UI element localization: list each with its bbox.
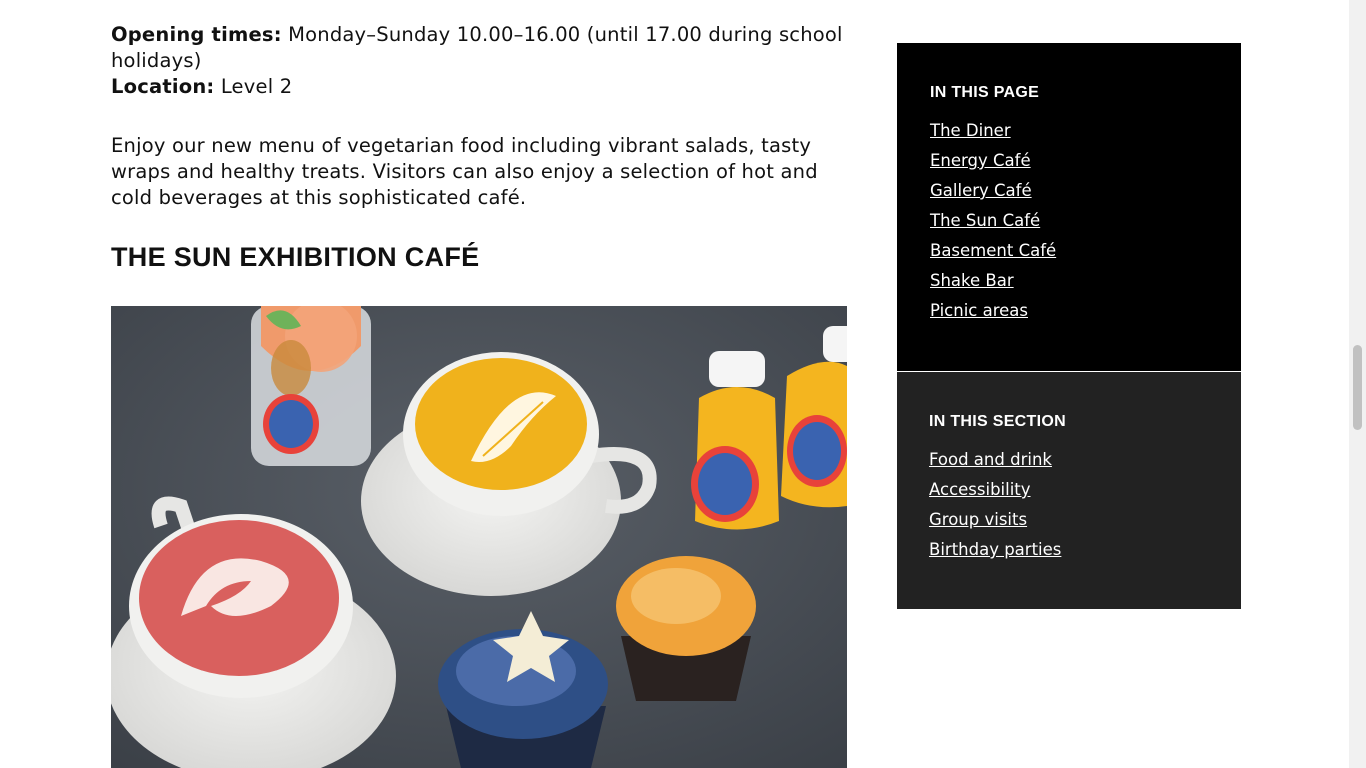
location-value: Level 2 <box>214 75 293 98</box>
location: Location: Level 2 <box>111 74 847 100</box>
cafe-photo <box>111 306 847 768</box>
section-heading: THE SUN EXHIBITION CAFÉ <box>111 242 480 272</box>
link-shake-bar[interactable]: Shake Bar <box>930 271 1208 291</box>
link-group-visits[interactable]: Group visits <box>929 510 1209 530</box>
in-this-page-panel: IN THIS PAGE The Diner Energy Café Galle… <box>897 43 1241 371</box>
location-label: Location: <box>111 75 215 98</box>
link-food-and-drink[interactable]: Food and drink <box>929 450 1209 470</box>
link-basement-cafe[interactable]: Basement Café <box>930 241 1208 261</box>
opening-times: Opening times: Monday–Sunday 10.00–16.00… <box>111 22 847 74</box>
link-picnic-areas[interactable]: Picnic areas <box>930 301 1208 321</box>
cafe-photo-illustration <box>111 306 847 768</box>
link-the-diner[interactable]: The Diner <box>930 121 1208 141</box>
scrollbar-thumb[interactable] <box>1353 345 1362 430</box>
in-this-page-title: IN THIS PAGE <box>930 84 1040 101</box>
grapefruit-bottle <box>251 306 371 466</box>
cafe-info: Opening times: Monday–Sunday 10.00–16.00… <box>111 22 847 100</box>
in-this-section-panel: IN THIS SECTION Food and drink Accessibi… <box>897 372 1241 609</box>
link-gallery-cafe[interactable]: Gallery Café <box>930 181 1208 201</box>
intro-paragraph: Enjoy our new menu of vegetarian food in… <box>111 134 818 209</box>
opening-times-label: Opening times: <box>111 23 282 46</box>
link-birthday-parties[interactable]: Birthday parties <box>929 540 1209 560</box>
page-scrollbar[interactable] <box>1349 0 1366 768</box>
sidebar: IN THIS PAGE The Diner Energy Café Galle… <box>897 43 1241 609</box>
link-energy-cafe[interactable]: Energy Café <box>930 151 1208 171</box>
in-this-section-title: IN THIS SECTION <box>929 413 1066 430</box>
link-the-sun-cafe[interactable]: The Sun Café <box>930 211 1208 231</box>
link-accessibility[interactable]: Accessibility <box>929 480 1209 500</box>
